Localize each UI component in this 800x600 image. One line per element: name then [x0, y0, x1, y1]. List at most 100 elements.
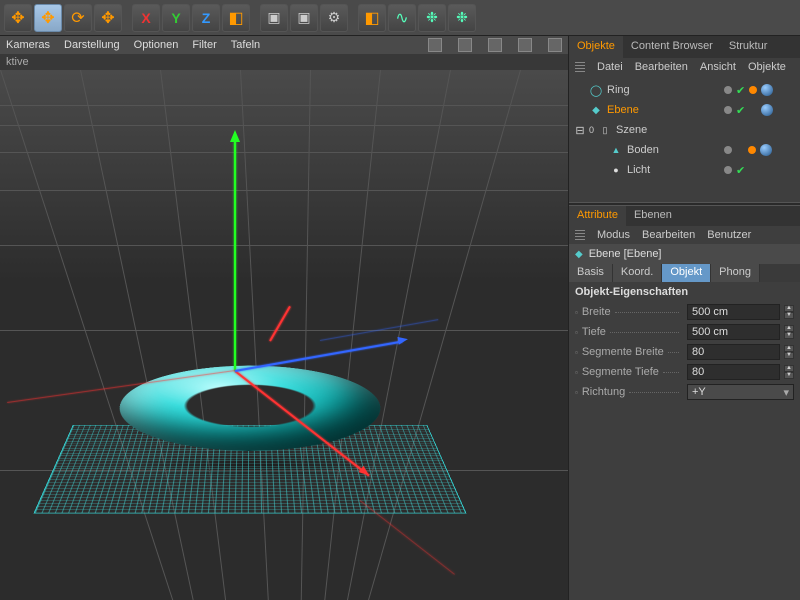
tree-item-label: Licht — [627, 164, 720, 176]
attribute-sub-tabs: Basis Koord. Objekt Phong — [569, 264, 800, 282]
torus-object[interactable] — [109, 366, 390, 451]
subtab-basis[interactable]: Basis — [569, 264, 613, 282]
depth-spinner[interactable]: ▲▼ — [784, 325, 794, 339]
rotate-tool-button[interactable] — [64, 4, 92, 32]
prop-label: Breite — [582, 306, 611, 318]
viewport-3d[interactable] — [0, 70, 568, 600]
viewport-nav-icon[interactable] — [428, 38, 442, 52]
attribute-tabs: Attribute Ebenen — [569, 206, 800, 226]
axis-z-button[interactable] — [192, 4, 220, 32]
main-toolbar — [0, 0, 800, 36]
generator-button[interactable] — [418, 4, 446, 32]
tree-row-szene[interactable]: ⊟ 0 Szene — [569, 120, 800, 140]
object-manager-menubar: Datei Bearbeiten Ansicht Objekte — [569, 58, 800, 76]
panels-menu[interactable]: Tafeln — [231, 39, 260, 51]
seg-depth-spinner[interactable]: ▲▼ — [784, 365, 794, 379]
width-field[interactable]: 500 cm — [687, 304, 780, 320]
object-manager-tabs: Objekte Content Browser Struktur — [569, 36, 800, 58]
direction-dropdown[interactable]: +Y — [687, 384, 794, 400]
prop-row-breite: Breite 500 cm ▲▼ — [569, 302, 800, 322]
prop-row-tiefe: Tiefe 500 cm ▲▼ — [569, 322, 800, 342]
axis-y-button[interactable] — [162, 4, 190, 32]
tree-row-licht[interactable]: Licht ✔ — [569, 160, 800, 180]
tree-row-ebene[interactable]: Ebene ✔ — [569, 100, 800, 120]
tab-ebenen[interactable]: Ebenen — [626, 206, 680, 226]
tree-item-label: Boden — [627, 144, 720, 156]
width-spinner[interactable]: ▲▼ — [784, 305, 794, 319]
prop-label: Segmente Breite — [582, 346, 664, 358]
seg-width-field[interactable]: 80 — [687, 344, 780, 360]
prop-row-seg-tiefe: Segmente Tiefe 80 ▲▼ — [569, 362, 800, 382]
section-title: Objekt-Eigenschaften — [569, 282, 800, 302]
depth-field[interactable]: 500 cm — [687, 324, 780, 340]
cameras-menu[interactable]: Kameras — [6, 39, 50, 51]
axis-x-button[interactable] — [132, 4, 160, 32]
viewport-nav-icon[interactable] — [548, 38, 562, 52]
scale-icon — [101, 8, 114, 28]
y-axis-icon — [171, 10, 180, 26]
scale-tool-button[interactable] — [94, 4, 122, 32]
material-ball-icon[interactable] — [761, 84, 773, 96]
options-menu[interactable]: Optionen — [134, 39, 179, 51]
render-button-2[interactable] — [290, 4, 318, 32]
viewport-status: ktive — [0, 54, 568, 70]
subtab-phong[interactable]: Phong — [711, 264, 760, 282]
material-ball-icon[interactable] — [761, 104, 773, 116]
view-menu[interactable]: Ansicht — [700, 61, 736, 73]
list-icon[interactable] — [575, 230, 585, 240]
tab-attribute[interactable]: Attribute — [569, 206, 626, 226]
deformer-button[interactable] — [448, 4, 476, 32]
prop-row-richtung: Richtung +Y — [569, 382, 800, 402]
coord-system-button[interactable] — [222, 4, 250, 32]
attribute-object-header: Ebene [Ebene] — [569, 244, 800, 264]
deformer-icon — [456, 9, 468, 26]
spline-button[interactable] — [388, 4, 416, 32]
list-icon[interactable] — [575, 62, 585, 72]
gear-icon — [328, 9, 341, 26]
tree-row-ring[interactable]: Ring ✔ — [569, 80, 800, 100]
z-axis-icon — [202, 10, 211, 26]
attribute-object-name: Ebene [Ebene] — [589, 248, 662, 260]
move-active-button[interactable] — [34, 4, 62, 32]
viewport-nav-icon[interactable] — [518, 38, 532, 52]
move-tool-button[interactable] — [4, 4, 32, 32]
expander-icon[interactable]: ⊟ — [575, 124, 585, 137]
subtab-objekt[interactable]: Objekt — [662, 264, 711, 282]
material-ball-icon[interactable] — [760, 144, 772, 156]
edit-menu[interactable]: Bearbeiten — [635, 61, 688, 73]
render-settings-button[interactable] — [320, 4, 348, 32]
display-menu[interactable]: Darstellung — [64, 39, 120, 51]
edit-menu[interactable]: Bearbeiten — [642, 229, 695, 241]
tab-content-browser[interactable]: Content Browser — [623, 36, 721, 58]
user-menu[interactable]: Benutzer — [707, 229, 751, 241]
light-icon — [609, 164, 623, 176]
objects-menu[interactable]: Objekte — [748, 61, 786, 73]
layers-icon — [364, 8, 379, 28]
seg-width-spinner[interactable]: ▲▼ — [784, 345, 794, 359]
render-button-1[interactable] — [260, 4, 288, 32]
layers-button[interactable] — [358, 4, 386, 32]
viewport-menubar: Kameras Darstellung Optionen Filter Tafe… — [0, 36, 568, 54]
move-icon — [11, 8, 24, 28]
plane-icon — [589, 104, 603, 116]
tab-objects[interactable]: Objekte — [569, 36, 623, 58]
viewport-nav-icon[interactable] — [488, 38, 502, 52]
file-menu[interactable]: Datei — [597, 61, 623, 73]
tree-row-boden[interactable]: Boden — [569, 140, 800, 160]
subtab-koord[interactable]: Koord. — [613, 264, 662, 282]
viewport-nav-icon[interactable] — [458, 38, 472, 52]
object-tree: Ring ✔ Ebene ✔ ⊟ 0 Szene — [569, 76, 800, 184]
ring-icon — [589, 84, 603, 97]
clapper-icon — [267, 9, 280, 26]
tree-item-label: Szene — [616, 124, 720, 136]
clapper-icon — [297, 9, 310, 26]
attribute-menubar: Modus Bearbeiten Benutzer — [569, 226, 800, 244]
mode-menu[interactable]: Modus — [597, 229, 630, 241]
tab-structure[interactable]: Struktur — [721, 36, 776, 58]
filter-menu[interactable]: Filter — [192, 39, 216, 51]
x-axis-icon — [141, 10, 150, 26]
generator-icon — [426, 9, 438, 26]
move-icon — [41, 8, 54, 28]
floor-icon — [609, 144, 623, 156]
seg-depth-field[interactable]: 80 — [687, 364, 780, 380]
